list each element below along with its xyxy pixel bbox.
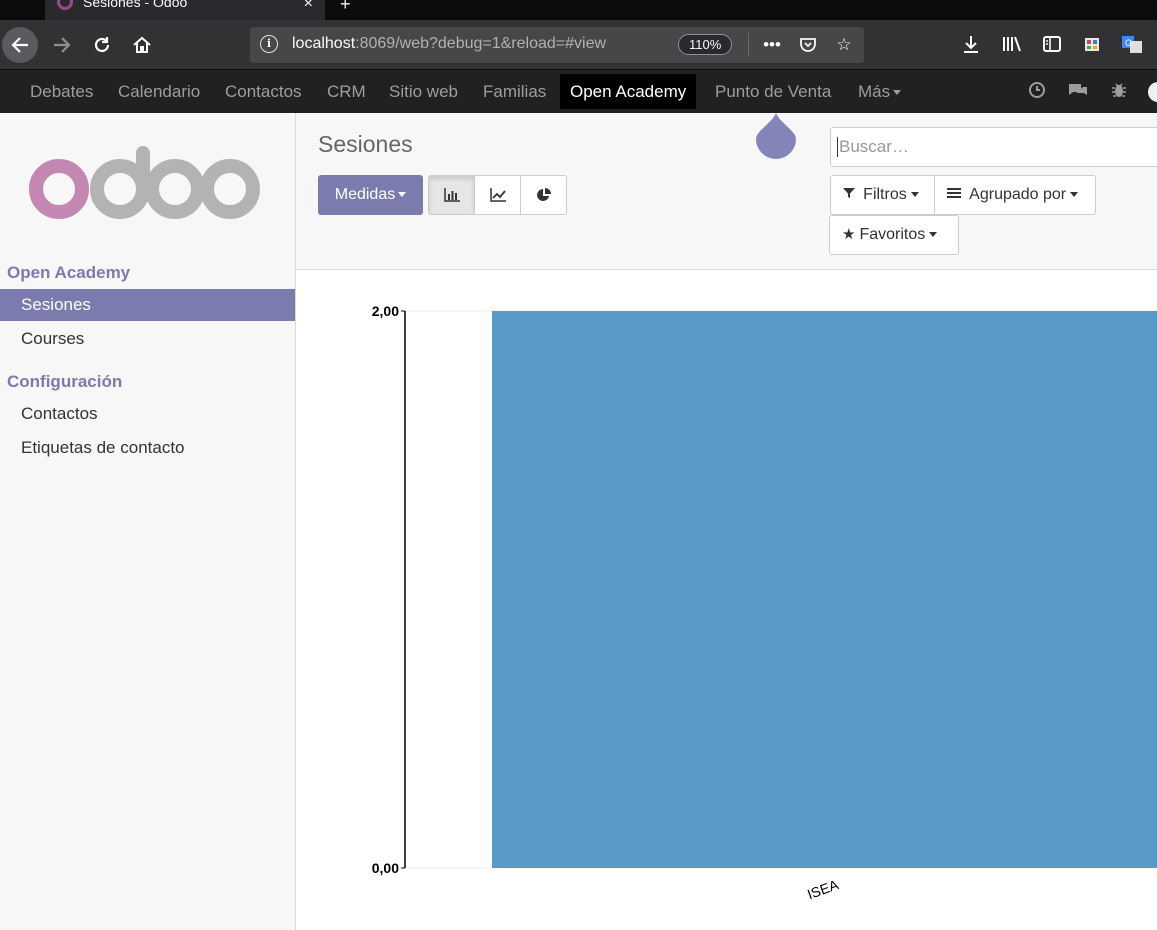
menu-item-familias[interactable]: Familias (473, 74, 556, 109)
control-panel: Sesiones Medidas Filtros Agrupado por ★F… (296, 113, 1157, 270)
list-bars-icon (947, 186, 965, 203)
search-box[interactable] (830, 127, 1157, 167)
chevron-down-icon (893, 90, 902, 96)
url-text[interactable]: localhost:8069/web?debug=1&reload=#view (292, 35, 682, 53)
tip-drop-icon[interactable] (756, 113, 796, 159)
chat-icon[interactable] (1067, 81, 1089, 103)
tab-title: Sesiones - Odoo (83, 0, 188, 10)
menu-item-crm[interactable]: CRM (317, 74, 376, 109)
new-tab-button[interactable]: + (340, 0, 351, 15)
sidebar-item-etiquetas-de-contacto[interactable]: Etiquetas de contacto (0, 432, 295, 464)
favorites-dropdown-button[interactable]: ★ Favoritos (829, 215, 959, 255)
bar-isea[interactable] (492, 311, 1157, 868)
browser-tab[interactable]: Sesiones - Odoo × (45, 0, 325, 20)
app-sidebar: Open Academy Sesiones Courses Configurac… (0, 113, 296, 930)
extension-icon[interactable] (1079, 34, 1105, 58)
menu-item-mas-label: Más (858, 82, 891, 101)
favorites-label: Favoritos (859, 226, 926, 243)
translate-icon[interactable]: G (1119, 34, 1145, 58)
groupby-dropdown-button[interactable]: Agrupado por (934, 175, 1096, 215)
y-tick-label: 2,00 (372, 303, 399, 319)
x-tick-label: ISEA (805, 876, 841, 902)
menu-item-contactos[interactable]: Contactos (215, 74, 312, 109)
sidebar-item-courses[interactable]: Courses (0, 323, 295, 355)
sidebar-section-open-academy[interactable]: Open Academy (7, 263, 130, 283)
menu-item-calendario[interactable]: Calendario (108, 74, 210, 109)
activity-clock-icon[interactable] (1026, 81, 1048, 103)
menu-item-debates[interactable]: Debates (20, 74, 103, 109)
home-icon[interactable] (124, 27, 160, 63)
pie-chart-icon (536, 188, 551, 201)
forward-arrow-icon[interactable] (44, 27, 80, 63)
back-arrow-icon[interactable] (2, 27, 38, 63)
downloads-icon[interactable] (958, 34, 984, 58)
pie-chart-mode-button[interactable] (520, 175, 567, 215)
page-actions-icon[interactable]: ••• (760, 33, 784, 57)
url-divider (748, 33, 749, 57)
debug-bug-icon[interactable] (1108, 81, 1130, 103)
measures-dropdown-button[interactable]: Medidas (318, 175, 423, 215)
bar-chart-icon (443, 188, 460, 202)
odoo-main-menu: Debates Calendario Contactos CRM Sitio w… (0, 70, 1157, 113)
bar-chart: 2,00 0,00 ISEA (372, 303, 1157, 902)
graph-view: 2,00 0,00 ISEA (296, 270, 1157, 930)
sidebar-toggle-icon[interactable] (1039, 34, 1065, 58)
chevron-down-icon (1070, 192, 1079, 198)
y-tick-label: 0,00 (372, 860, 399, 876)
bar-chart-mode-button[interactable] (428, 175, 475, 215)
url-bar[interactable]: i localhost:8069/web?debug=1&reload=#vie… (250, 27, 864, 63)
search-input[interactable] (837, 137, 1137, 157)
measures-label: Medidas (334, 186, 396, 203)
line-chart-mode-button[interactable] (474, 175, 521, 215)
bookmark-star-icon[interactable]: ☆ (832, 33, 856, 57)
groupby-label: Agrupado por (969, 186, 1067, 203)
menu-item-punto-de-venta[interactable]: Punto de Venta (705, 74, 841, 109)
reload-icon[interactable] (84, 27, 120, 63)
sidebar-section-configuracion[interactable]: Configuración (7, 372, 122, 392)
chevron-down-icon (929, 232, 938, 238)
sidebar-item-sesiones[interactable]: Sesiones (0, 289, 295, 321)
page-title: Sesiones (318, 131, 413, 157)
line-chart-icon (489, 188, 506, 202)
menu-item-open-academy[interactable]: Open Academy (560, 74, 697, 109)
graph-mode-switcher (428, 175, 567, 215)
odoo-favicon-icon (57, 0, 73, 10)
odoo-logo[interactable] (28, 141, 263, 221)
browser-navbar: i localhost:8069/web?debug=1&reload=#vie… (0, 20, 1157, 70)
close-tab-icon[interactable]: × (304, 0, 313, 13)
chevron-down-icon (398, 192, 407, 198)
pocket-icon[interactable] (796, 33, 820, 57)
star-icon: ★ (842, 226, 856, 243)
filter-icon (843, 186, 859, 203)
menu-item-mas[interactable]: Más (848, 74, 911, 109)
sidebar-item-contactos[interactable]: Contactos (0, 398, 295, 430)
filters-dropdown-button[interactable]: Filtros (830, 175, 935, 215)
svg-text:G: G (1125, 38, 1132, 48)
filters-label: Filtros (863, 186, 907, 203)
chevron-down-icon (910, 192, 919, 198)
library-icon[interactable] (999, 34, 1025, 58)
browser-tabstrip: Sesiones - Odoo × + (0, 0, 1157, 20)
zoom-level-badge[interactable]: 110% (678, 34, 733, 55)
menu-item-sitio-web[interactable]: Sitio web (379, 74, 468, 109)
site-info-icon[interactable]: i (260, 35, 278, 53)
